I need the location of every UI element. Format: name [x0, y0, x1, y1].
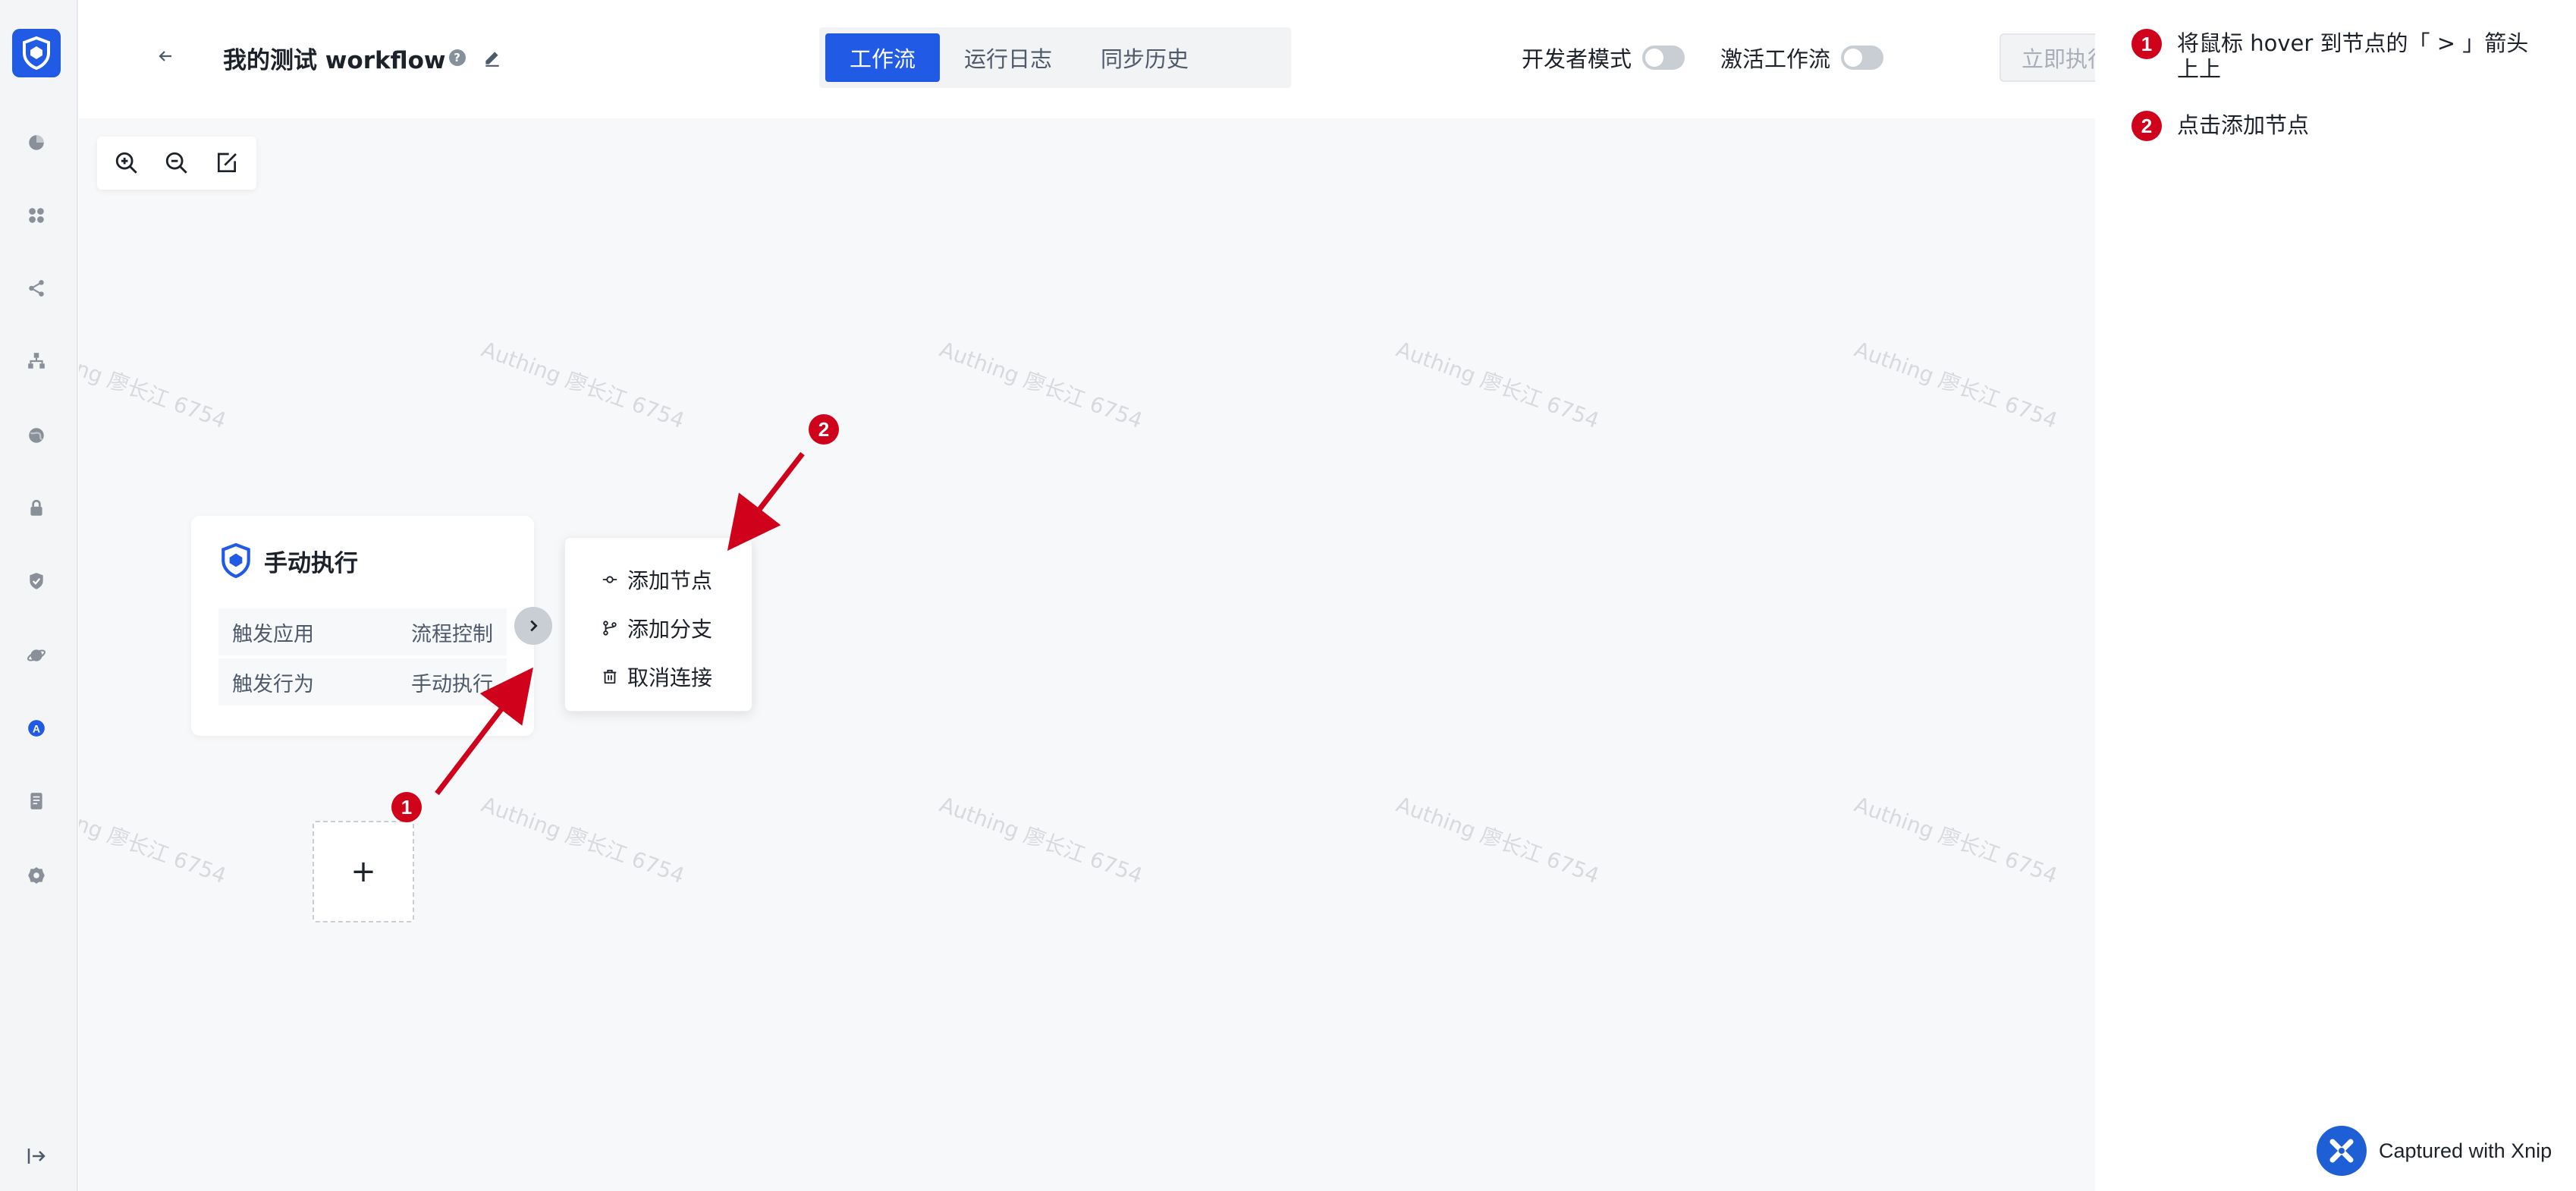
tab-workflow[interactable]: 工作流: [825, 33, 941, 82]
node-row: 触发行为 手动执行: [218, 658, 507, 705]
fit-view-icon[interactable]: [212, 149, 241, 178]
lock-icon[interactable]: [26, 498, 47, 519]
node-icon: [602, 576, 617, 583]
watermark: Authing 廖长江 6754: [936, 336, 1146, 434]
capture-credit-text: Captured with Xnip: [2379, 1139, 2552, 1162]
tab-sync-history[interactable]: 同步历史: [1076, 33, 1213, 82]
watermark: Authing 廖长江 6754: [79, 791, 230, 889]
step-text: 点击添加节点: [2177, 112, 2310, 138]
annotation-badge-1: 1: [391, 792, 422, 822]
watermark: Authing 廖长江 6754: [79, 336, 230, 434]
collapse-icon[interactable]: [24, 1144, 49, 1168]
node-row-value: 流程控制: [411, 622, 493, 646]
node-expand-button[interactable]: [514, 607, 552, 645]
annotation-badge-2: 2: [809, 414, 839, 445]
node-row-label: 触发应用: [232, 622, 314, 646]
menu-item-label: 取消连接: [627, 665, 713, 690]
dashboard-icon[interactable]: [26, 132, 47, 153]
instruction-step: 1 将鼠标 hover 到节点的「 > 」箭头上上: [2131, 29, 2541, 82]
zoom-out-icon[interactable]: [162, 149, 191, 178]
step-text: 将鼠标 hover 到节点的「 > 」箭头上上: [2177, 30, 2529, 82]
planet-icon[interactable]: [26, 645, 47, 666]
workflow-title: 我的测试 workflow ?: [223, 39, 502, 76]
workflow-header: 我的测试 workflow ? 工作流 运行日志 同步历史 开发者模式 激活工作…: [79, 0, 2131, 118]
document-icon[interactable]: [26, 790, 47, 812]
brand-a-icon[interactable]: A: [26, 718, 47, 739]
settings-icon[interactable]: [26, 865, 47, 886]
node-row: 触发应用 流程控制: [218, 608, 507, 655]
menu-item-add-node[interactable]: 添加节点: [602, 561, 712, 599]
arrow-left-icon: [159, 51, 171, 61]
watermark: Authing 廖长江 6754: [936, 791, 1146, 889]
tab-run-logs[interactable]: 运行日志: [940, 33, 1076, 82]
watermark: Authing 廖长江 6754: [1851, 336, 2061, 434]
zoom-in-icon[interactable]: [112, 149, 141, 178]
help-icon[interactable]: ?: [448, 49, 466, 66]
watermark: Authing 廖长江 6754: [1393, 336, 1603, 434]
share-icon[interactable]: [26, 278, 47, 299]
activate-label: 激活工作流: [1720, 46, 1831, 72]
left-sidebar: A: [0, 0, 78, 1191]
node-row-value: 手动执行: [411, 672, 493, 696]
view-tabs: 工作流 运行日志 同步历史: [819, 27, 1291, 88]
shield-check-icon[interactable]: [26, 570, 47, 592]
watermark: Authing 廖长江 6754: [478, 791, 688, 889]
back-button[interactable]: [150, 42, 181, 70]
dev-mode-toggle[interactable]: [1642, 46, 1685, 70]
step-number: 2: [2131, 111, 2162, 141]
zoom-toolbar: [97, 137, 256, 190]
capture-credit: Captured with Xnip: [2317, 1126, 2552, 1176]
watermark: Authing 廖长江 6754: [1851, 791, 2061, 889]
chevron-right-icon: [530, 620, 538, 632]
svg-text:A: A: [33, 722, 40, 734]
menu-item-label: 添加分支: [627, 617, 713, 642]
add-node-placeholder[interactable]: +: [313, 821, 414, 922]
workflow-canvas[interactable]: Authing 廖长江 6754 Authing 廖长江 6754 Authin…: [79, 118, 2095, 1191]
instruction-step: 2 点击添加节点: [2131, 111, 2541, 141]
apps-icon[interactable]: [26, 205, 47, 226]
step-number: 1: [2131, 29, 2162, 59]
node-context-menu: 添加节点 添加分支 取消连接: [564, 537, 752, 712]
menu-item-add-branch[interactable]: 添加分支: [602, 609, 712, 647]
instructions-panel: 1 将鼠标 hover 到节点的「 > 」箭头上上 2 点击添加节点: [2095, 0, 2576, 1191]
node-title: 手动执行: [264, 549, 358, 577]
menu-item-label: 添加节点: [627, 568, 713, 593]
shield-icon: [221, 543, 250, 578]
globe-icon[interactable]: [26, 425, 47, 446]
edit-icon[interactable]: [482, 48, 502, 68]
watermark: Authing 廖长江 6754: [1393, 791, 1603, 889]
authing-logo-icon[interactable]: [12, 29, 61, 77]
xnip-logo-icon: [2317, 1126, 2367, 1176]
node-row-label: 触发行为: [232, 672, 314, 696]
org-icon[interactable]: [26, 350, 47, 372]
trigger-node[interactable]: 手动执行 触发应用 流程控制 触发行为 手动执行: [191, 516, 534, 736]
branch-icon: [603, 621, 617, 636]
trash-icon: [603, 669, 617, 684]
node-header: 手动执行: [220, 543, 358, 578]
activate-control: 激活工作流: [1720, 42, 1884, 73]
menu-item-disconnect[interactable]: 取消连接: [602, 658, 712, 696]
activate-toggle[interactable]: [1841, 46, 1884, 70]
dev-mode-control: 开发者模式: [1522, 42, 1685, 73]
workflow-title-text: 我的测试 workflow: [223, 46, 446, 74]
watermark: Authing 廖长江 6754: [478, 336, 688, 434]
dev-mode-label: 开发者模式: [1522, 46, 1632, 72]
